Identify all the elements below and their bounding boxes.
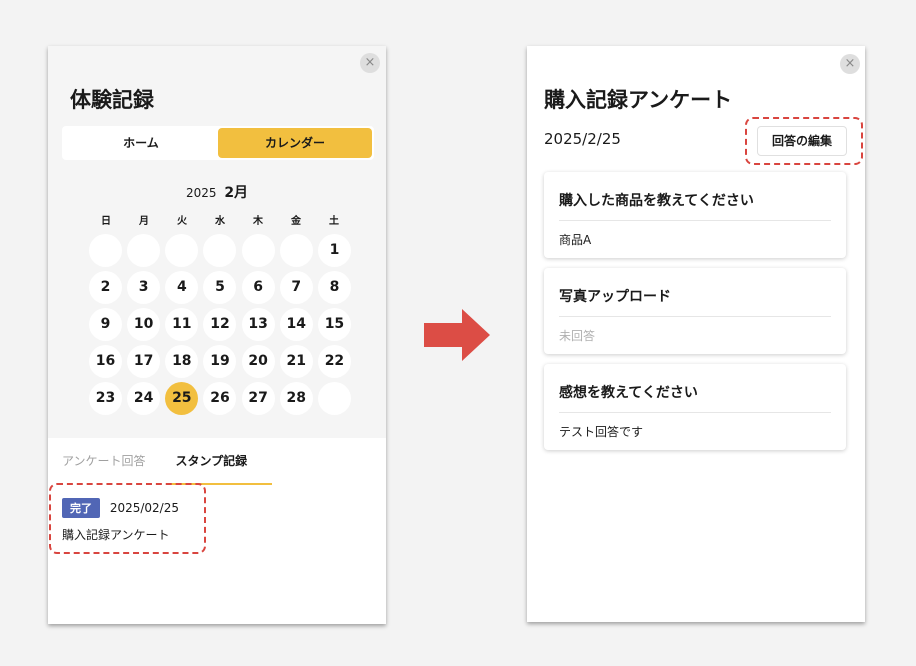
calendar-day-empty <box>89 234 122 267</box>
survey-date: 2025/2/25 <box>544 130 621 148</box>
tab-stamp-records[interactable]: スタンプ記録 <box>176 452 248 483</box>
calendar-day[interactable]: 27 <box>241 382 275 415</box>
calendar-week: 2345678 <box>89 271 351 308</box>
page-title: 体験記録 <box>70 88 154 112</box>
calendar-day-empty <box>165 234 199 267</box>
calendar-day[interactable]: 16 <box>89 345 122 378</box>
calendar-day-empty <box>241 234 275 267</box>
active-tab-indicator <box>166 483 272 485</box>
calendar-grid: 日月火水木金土 1 2 3 4 5 6 7 8 9 10 11 12 13 14 15 16 17 18 19 20 2… <box>89 210 351 419</box>
calendar-day[interactable]: 3 <box>127 271 161 304</box>
weekday-label: 月 <box>139 216 149 227</box>
calendar-day[interactable]: 6 <box>241 271 275 304</box>
calendar-day[interactable]: 15 <box>317 308 351 341</box>
close-icon[interactable]: × <box>840 54 860 74</box>
tab-calendar[interactable]: カレンダー <box>218 128 372 158</box>
calendar-day[interactable]: 1 <box>317 234 351 267</box>
record-title[interactable]: 購入記録アンケート <box>62 526 179 543</box>
calendar-day[interactable]: 7 <box>279 271 313 304</box>
calendar-day[interactable]: 8 <box>317 271 351 304</box>
question-card: 購入した商品を教えてください 商品A <box>544 172 846 258</box>
calendar-day[interactable]: 22 <box>317 345 351 378</box>
records-section: アンケート回答 スタンプ記録 完了 2025/02/25 購入記録アンケート <box>48 438 386 624</box>
calendar-day[interactable]: 2 <box>89 271 122 304</box>
calendar-day-empty <box>203 234 237 267</box>
answer-text: 未回答 <box>559 329 596 343</box>
calendar-day[interactable]: 13 <box>241 308 275 341</box>
page-title: 購入記録アンケート <box>544 88 733 112</box>
calendar-day[interactable]: 12 <box>203 308 237 341</box>
record-item[interactable]: 完了 2025/02/25 購入記録アンケート <box>62 498 179 543</box>
calendar-day[interactable]: 5 <box>203 271 237 304</box>
calendar-day[interactable]: 24 <box>127 382 161 415</box>
calendar-week: 23 24 25 26 27 28 <box>89 382 351 419</box>
calendar-day[interactable]: 9 <box>89 308 122 341</box>
question-text: 感想を教えてください <box>559 364 831 413</box>
calendar-day[interactable]: 14 <box>279 308 313 341</box>
weekday-label: 日 <box>101 216 111 227</box>
question-card: 感想を教えてください テスト回答です <box>544 364 846 450</box>
calendar-day-empty <box>317 382 351 415</box>
record-tabs: アンケート回答 スタンプ記録 <box>62 452 277 483</box>
weekday-label: 土 <box>329 216 339 227</box>
answer-text: テスト回答です <box>559 425 644 439</box>
weekday-label: 木 <box>253 216 263 227</box>
calendar-day[interactable]: 23 <box>89 382 122 415</box>
calendar-week: 16 17 18 19 20 21 22 <box>89 345 351 382</box>
edit-answers-button[interactable]: 回答の編集 <box>757 126 847 156</box>
calendar-day[interactable]: 20 <box>241 345 275 378</box>
question-text: 写真アップロード <box>559 268 831 317</box>
month-year: 2025 <box>185 186 217 200</box>
answer-text: 商品A <box>559 233 592 247</box>
question-card: 写真アップロード 未回答 <box>544 268 846 354</box>
tab-survey-answers[interactable]: アンケート回答 <box>62 452 146 483</box>
calendar-weeks: 1 2 3 4 5 6 7 8 9 10 11 12 13 14 15 16 17 18 19 20 21 22 23 24 2… <box>89 234 351 419</box>
calendar-day-empty <box>127 234 161 267</box>
calendar-day-empty <box>279 234 313 267</box>
calendar-day[interactable]: 18 <box>165 345 199 378</box>
calendar-day[interactable]: 28 <box>279 382 313 415</box>
calendar-week: 1 <box>89 234 351 271</box>
calendar-day[interactable]: 4 <box>165 271 199 304</box>
month-header: 2025 2月 <box>48 182 386 202</box>
arrow-right-icon <box>424 309 490 361</box>
month-name: 2月 <box>224 185 249 201</box>
calendar-day[interactable]: 19 <box>203 345 237 378</box>
record-date: 2025/02/25 <box>109 501 179 515</box>
calendar-day[interactable]: 26 <box>203 382 237 415</box>
question-text: 購入した商品を教えてください <box>559 172 831 221</box>
calendar-panel: × 体験記録 ホーム カレンダー 2025 2月 日月火水木金土 1234567… <box>48 46 386 624</box>
close-icon[interactable]: × <box>360 53 380 73</box>
weekday-header: 日月火水木金土 <box>89 210 351 234</box>
calendar-day[interactable]: 25 <box>165 382 199 415</box>
calendar-day[interactable]: 11 <box>165 308 199 341</box>
view-toggle: ホーム カレンダー <box>62 126 374 160</box>
calendar-day[interactable]: 10 <box>127 308 161 341</box>
survey-detail-panel: × 購入記録アンケート 2025/2/25 回答の編集 購入した商品を教えてくだ… <box>527 46 865 622</box>
status-badge: 完了 <box>62 498 100 518</box>
calendar-week: 9 10 11 12 13 14 15 <box>89 308 351 345</box>
weekday-label: 火 <box>177 216 187 227</box>
weekday-label: 金 <box>291 216 301 227</box>
tab-home[interactable]: ホーム <box>64 128 218 158</box>
weekday-label: 水 <box>215 216 225 227</box>
calendar-day[interactable]: 21 <box>279 345 313 378</box>
calendar-day[interactable]: 17 <box>127 345 161 378</box>
